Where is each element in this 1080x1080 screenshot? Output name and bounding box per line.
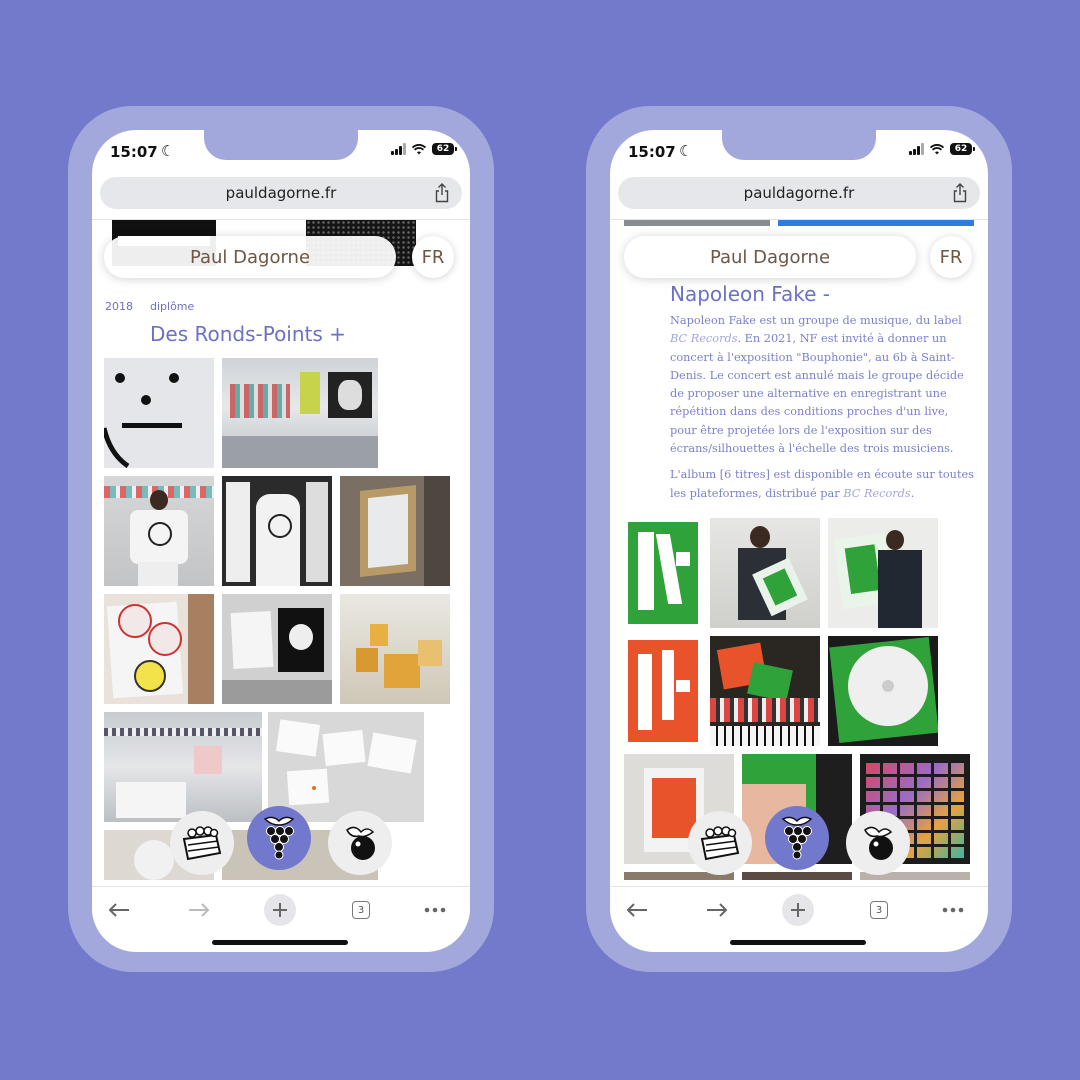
address-bar[interactable]: pauldagorne.fr	[618, 177, 980, 209]
language-button[interactable]: FR	[412, 236, 454, 278]
tab-count: 3	[352, 901, 370, 919]
wifi-icon	[412, 143, 426, 154]
plus-icon	[273, 903, 287, 917]
battery-icon: 62	[950, 143, 975, 155]
description-paragraph-1: Napoleon Fake est un groupe de musique, …	[670, 314, 964, 456]
signal-icon	[391, 143, 406, 155]
site-name-pill[interactable]: Paul Dagorne	[624, 236, 916, 278]
image-tshirt-back[interactable]	[222, 476, 332, 586]
crate-button[interactable]	[170, 811, 234, 875]
forward-button[interactable]	[700, 893, 734, 927]
project-category[interactable]: diplôme	[150, 300, 194, 313]
phone-screen: 15:07 ☾ 62 pauldagorne.fr Paul Dagorne F…	[92, 130, 470, 952]
project-title[interactable]: Des Ronds-Points +	[150, 322, 346, 346]
new-tab-button[interactable]	[263, 893, 297, 927]
site-name-pill[interactable]: Paul Dagorne	[104, 236, 396, 278]
image-synth-setup[interactable]	[710, 636, 820, 746]
back-button[interactable]	[620, 893, 654, 927]
browser-toolbar: 3	[92, 886, 470, 926]
label-link[interactable]: BC Records	[670, 332, 738, 345]
divider	[92, 219, 470, 220]
url-text: pauldagorne.fr	[743, 184, 855, 202]
image-person-poster[interactable]	[710, 518, 820, 628]
image-person-tshirt[interactable]	[104, 476, 214, 586]
wifi-icon	[930, 143, 944, 154]
image-nf-poster-red[interactable]	[624, 636, 702, 746]
image-prints-table[interactable]	[268, 712, 424, 822]
moon-icon: ☾	[161, 142, 175, 160]
divider	[610, 219, 988, 220]
project-title[interactable]: Napoleon Fake -	[670, 282, 830, 306]
image-clown-poster[interactable]	[104, 594, 214, 704]
more-button[interactable]	[936, 893, 970, 927]
address-bar[interactable]: pauldagorne.fr	[100, 177, 462, 209]
project-year: 2018	[105, 300, 133, 313]
grapes-button[interactable]	[765, 806, 829, 870]
status-time: 15:07	[110, 143, 158, 161]
status-icons: 62	[909, 143, 975, 155]
status-icons: 62	[391, 143, 457, 155]
image-exhibition-room[interactable]	[222, 358, 378, 468]
image-bottom-2[interactable]	[742, 872, 852, 880]
image-person-holding-poster[interactable]	[828, 518, 938, 628]
image-le-bien-posters[interactable]	[222, 594, 332, 704]
page-content[interactable]: Paul Dagorne FR 2018 diplôme Des Ronds-P…	[92, 220, 470, 880]
share-icon[interactable]	[434, 183, 450, 203]
signal-icon	[909, 143, 924, 155]
home-indicator	[730, 940, 866, 945]
forward-button[interactable]	[182, 893, 216, 927]
image-mirror-frame[interactable]	[340, 476, 450, 586]
image-top-1[interactable]	[624, 220, 770, 226]
more-button[interactable]	[418, 893, 452, 927]
forward-arrow-icon	[707, 903, 728, 917]
fruit-icon	[346, 826, 375, 860]
language-button[interactable]: FR	[930, 236, 972, 278]
tabs-button[interactable]: 3	[862, 893, 896, 927]
tab-count: 3	[870, 901, 888, 919]
url-text: pauldagorne.fr	[225, 184, 337, 202]
project-description: Napoleon Fake est un groupe de musique, …	[670, 312, 976, 511]
tabs-button[interactable]: 3	[344, 893, 378, 927]
phone-screen: 15:07 ☾ 62 pauldagorne.fr Paul Dagorne F…	[610, 130, 988, 952]
image-face-drawing[interactable]	[104, 358, 214, 468]
forward-arrow-icon	[189, 903, 210, 917]
notch	[204, 130, 358, 160]
notch	[722, 130, 876, 160]
image-top-2[interactable]	[778, 220, 974, 226]
grapes-button[interactable]	[247, 806, 311, 870]
back-arrow-icon	[626, 903, 647, 917]
home-indicator	[212, 940, 348, 945]
more-dots-icon	[424, 907, 446, 913]
image-boxes[interactable]	[340, 594, 450, 704]
crate-icon	[182, 826, 222, 861]
phone-mockup-right: 15:07 ☾ 62 pauldagorne.fr Paul Dagorne F…	[586, 106, 1012, 972]
crate-button[interactable]	[688, 811, 752, 875]
grapes-icon	[781, 816, 813, 860]
back-arrow-icon	[108, 903, 129, 917]
description-paragraph-2: L'album [6 titres] est disponible en éco…	[670, 468, 974, 500]
label-link[interactable]: BC Records	[843, 487, 911, 500]
fruit-button[interactable]	[846, 811, 910, 875]
back-button[interactable]	[102, 893, 136, 927]
image-vinyl-record[interactable]	[828, 636, 938, 746]
fruit-icon	[864, 826, 893, 860]
status-time: 15:07	[628, 143, 676, 161]
image-exhibition-hall[interactable]	[104, 712, 262, 822]
image-nf-poster-green[interactable]	[624, 518, 702, 628]
moon-icon: ☾	[679, 142, 693, 160]
phone-mockup-left: 15:07 ☾ 62 pauldagorne.fr Paul Dagorne F…	[68, 106, 494, 972]
new-tab-button[interactable]	[781, 893, 815, 927]
battery-icon: 62	[432, 143, 457, 155]
fruit-button[interactable]	[328, 811, 392, 875]
more-dots-icon	[942, 907, 964, 913]
plus-icon	[791, 903, 805, 917]
grapes-icon	[263, 816, 295, 860]
crate-icon	[700, 826, 740, 861]
share-icon[interactable]	[952, 183, 968, 203]
browser-toolbar: 3	[610, 886, 988, 926]
page-content[interactable]: Paul Dagorne FR Napoleon Fake - Napoleon…	[610, 220, 988, 880]
